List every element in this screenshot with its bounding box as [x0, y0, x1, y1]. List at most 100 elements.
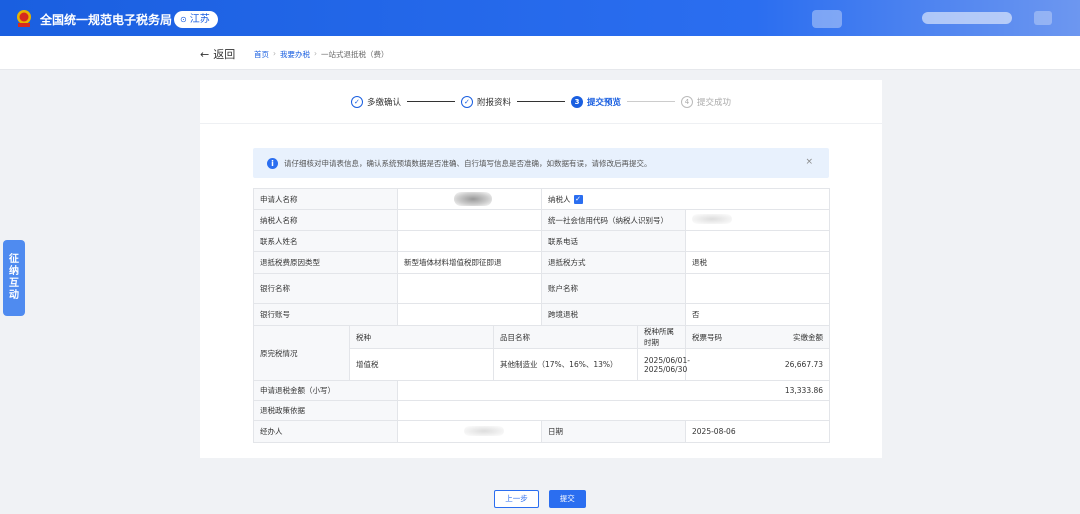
step-4: 4 提交成功	[681, 95, 731, 108]
breadcrumb-current: 一站式退抵税（费）	[321, 50, 389, 59]
location-pin-icon: ⊙	[180, 15, 187, 24]
period-value: 2025/06/01-2025/06/30	[637, 348, 690, 381]
applicant-name-value	[397, 188, 542, 210]
table-row: 申请退税金额（小写） 13,333.86	[253, 380, 831, 401]
side-float-char: 征	[9, 254, 19, 265]
bank-name-label: 银行名称	[253, 273, 398, 304]
refund-method-label: 退抵税方式	[541, 251, 686, 274]
account-name-value	[684, 273, 831, 304]
back-button[interactable]: ← 返回	[200, 46, 235, 62]
bank-name-value	[397, 273, 542, 304]
notice-banner: i 请仔细核对申请表信息，确认系统预填数据是否准确、自行填写信息是否准确，如数据…	[253, 148, 829, 178]
notice-text: 请仔细核对申请表信息，确认系统预填数据是否准确、自行填写信息是否准确，如数据有误…	[284, 158, 652, 168]
prev-step-button[interactable]: 上一步	[494, 490, 539, 508]
table-row: 银行名称 账户名称	[253, 273, 831, 304]
paid-amount-value: 26,667.73	[784, 360, 824, 369]
refund-amount-value: 13,333.86	[396, 380, 831, 401]
table-row: 退税政策依据	[253, 400, 831, 421]
step-number-icon: 4	[681, 95, 694, 108]
contact-name-value	[397, 230, 542, 252]
ticket-amount-value: 26,667.73	[684, 348, 831, 381]
main-card: ✓ 多缴确认 ✓ 附报资料 3 提交预览 4 提交成功 i 请仔细核对申请表信息…	[200, 80, 882, 458]
taxpayer-checkbox[interactable]: ✓	[573, 195, 583, 204]
side-float-char: 互	[9, 278, 19, 289]
breadcrumb-separator: ›	[314, 49, 317, 58]
cross-region-value: 否	[684, 303, 831, 326]
step-2: ✓ 附报资料	[460, 95, 511, 108]
table-row: 联系人姓名 联系电话	[253, 230, 831, 252]
taxpayer-label: 纳税人	[548, 194, 571, 204]
step-label: 提交预览	[587, 97, 622, 108]
tax-type-value: 增值税	[349, 348, 494, 381]
user-menu-icon[interactable]	[1034, 11, 1052, 25]
taxpayer-name-value	[397, 209, 542, 231]
step-label: 附报资料	[476, 97, 511, 108]
submit-button[interactable]: 提交	[548, 490, 586, 508]
check-circle-icon: ✓	[460, 95, 473, 108]
user-avatar[interactable]	[812, 10, 842, 28]
refund-reason-type-label: 退抵税费原因类型	[253, 251, 398, 274]
step-3: 3 提交预览	[571, 95, 622, 108]
tax-emblem-icon	[17, 10, 31, 27]
credit-code-label: 统一社会信用代码（纳税人识别号）	[541, 209, 686, 231]
cross-region-label: 跨境退税	[541, 303, 686, 326]
step-1: ✓ 多缴确认	[350, 95, 401, 108]
date-value: 2025-08-06	[684, 420, 831, 443]
back-label: 返回	[213, 48, 236, 61]
contact-name-label: 联系人姓名	[253, 230, 398, 252]
check-circle-icon: ✓	[350, 95, 363, 108]
handler-value	[397, 420, 542, 443]
table-row: 退抵税费原因类型 新型墙体材料增值税即征即退 退抵税方式 退税	[253, 251, 831, 274]
handler-label: 经办人	[253, 420, 398, 443]
taxpayer-interaction-float[interactable]: 征 纳 互 动	[3, 240, 25, 316]
arrow-left-icon: ←	[200, 47, 210, 61]
action-bar: 上一步 提交	[0, 490, 1080, 508]
contact-phone-label: 联系电话	[541, 230, 686, 252]
step-label: 多缴确认	[366, 97, 401, 108]
refund-method-value: 退税	[684, 251, 831, 274]
paid-amount-header: 实缴金额	[793, 332, 824, 342]
breadcrumb: 首页 › 我要办税 › 一站式退抵税（费）	[254, 49, 389, 60]
table-row: 申请人名称 纳税人 ✓	[253, 188, 831, 210]
applicant-name-label: 申请人名称	[253, 188, 398, 210]
side-float-char: 动	[9, 290, 19, 301]
close-icon[interactable]: ×	[805, 157, 813, 167]
step-connector	[406, 101, 455, 102]
site-title[interactable]: 全国统一规范电子税务局	[40, 11, 172, 28]
credit-code-value	[684, 209, 831, 231]
date-label: 日期	[541, 420, 686, 443]
taxpayer-cell: 纳税人 ✓	[540, 188, 831, 210]
ticket-amount-header: 税票号码 实缴金额	[684, 325, 831, 349]
item-name-header: 品目名称	[493, 325, 638, 349]
table-row: 纳税人名称 统一社会信用代码（纳税人识别号）	[253, 209, 831, 231]
step-progress: ✓ 多缴确认 ✓ 附报资料 3 提交预览 4 提交成功	[200, 80, 882, 124]
step-connector	[627, 101, 676, 102]
ticket-no-header: 税票号码	[692, 332, 722, 342]
account-name-label: 账户名称	[541, 273, 686, 304]
item-name-value: 其他制造业（17%、16%、13%）	[493, 348, 638, 381]
step-number-icon: 3	[571, 95, 583, 108]
table-row: 经办人 日期 2025-08-06	[253, 420, 831, 443]
table-row: 银行账号 跨境退税 否	[253, 303, 831, 326]
policy-basis-value	[396, 400, 831, 421]
policy-basis-label: 退税政策依据	[253, 400, 398, 421]
refund-amount-label: 申请退税金额（小写）	[253, 380, 398, 401]
application-form: 申请人名称 纳税人 ✓ 纳税人名称 统一社会信用代码（纳税人识别号） 联系人姓名 …	[253, 188, 831, 443]
sub-header: ← 返回 首页 › 我要办税 › 一站式退抵税（费）	[0, 36, 1080, 70]
step-connector	[517, 101, 565, 102]
side-float-char: 纳	[9, 266, 19, 277]
contact-phone-value	[684, 230, 831, 252]
period-header: 税种所属时期	[637, 325, 686, 349]
bank-account-value	[397, 303, 542, 326]
region-label: 江苏	[189, 14, 210, 25]
region-selector[interactable]: ⊙ 江苏	[174, 11, 218, 28]
table-row: 原完税情况 税种 品目名称 税种所属时期 税票号码 实缴金额	[253, 325, 831, 381]
original-tax-label: 原完税情况	[253, 325, 350, 381]
breadcrumb-tax[interactable]: 我要办税	[280, 49, 310, 60]
breadcrumb-home[interactable]: 首页	[254, 49, 269, 60]
refund-reason-type-value: 新型墙体材料增值税即征即退	[397, 251, 542, 274]
user-area[interactable]	[812, 8, 1062, 28]
top-header: 全国统一规范电子税务局 ⊙ 江苏	[0, 0, 1080, 36]
info-icon: i	[267, 157, 278, 169]
taxpayer-name-label: 纳税人名称	[253, 209, 398, 231]
